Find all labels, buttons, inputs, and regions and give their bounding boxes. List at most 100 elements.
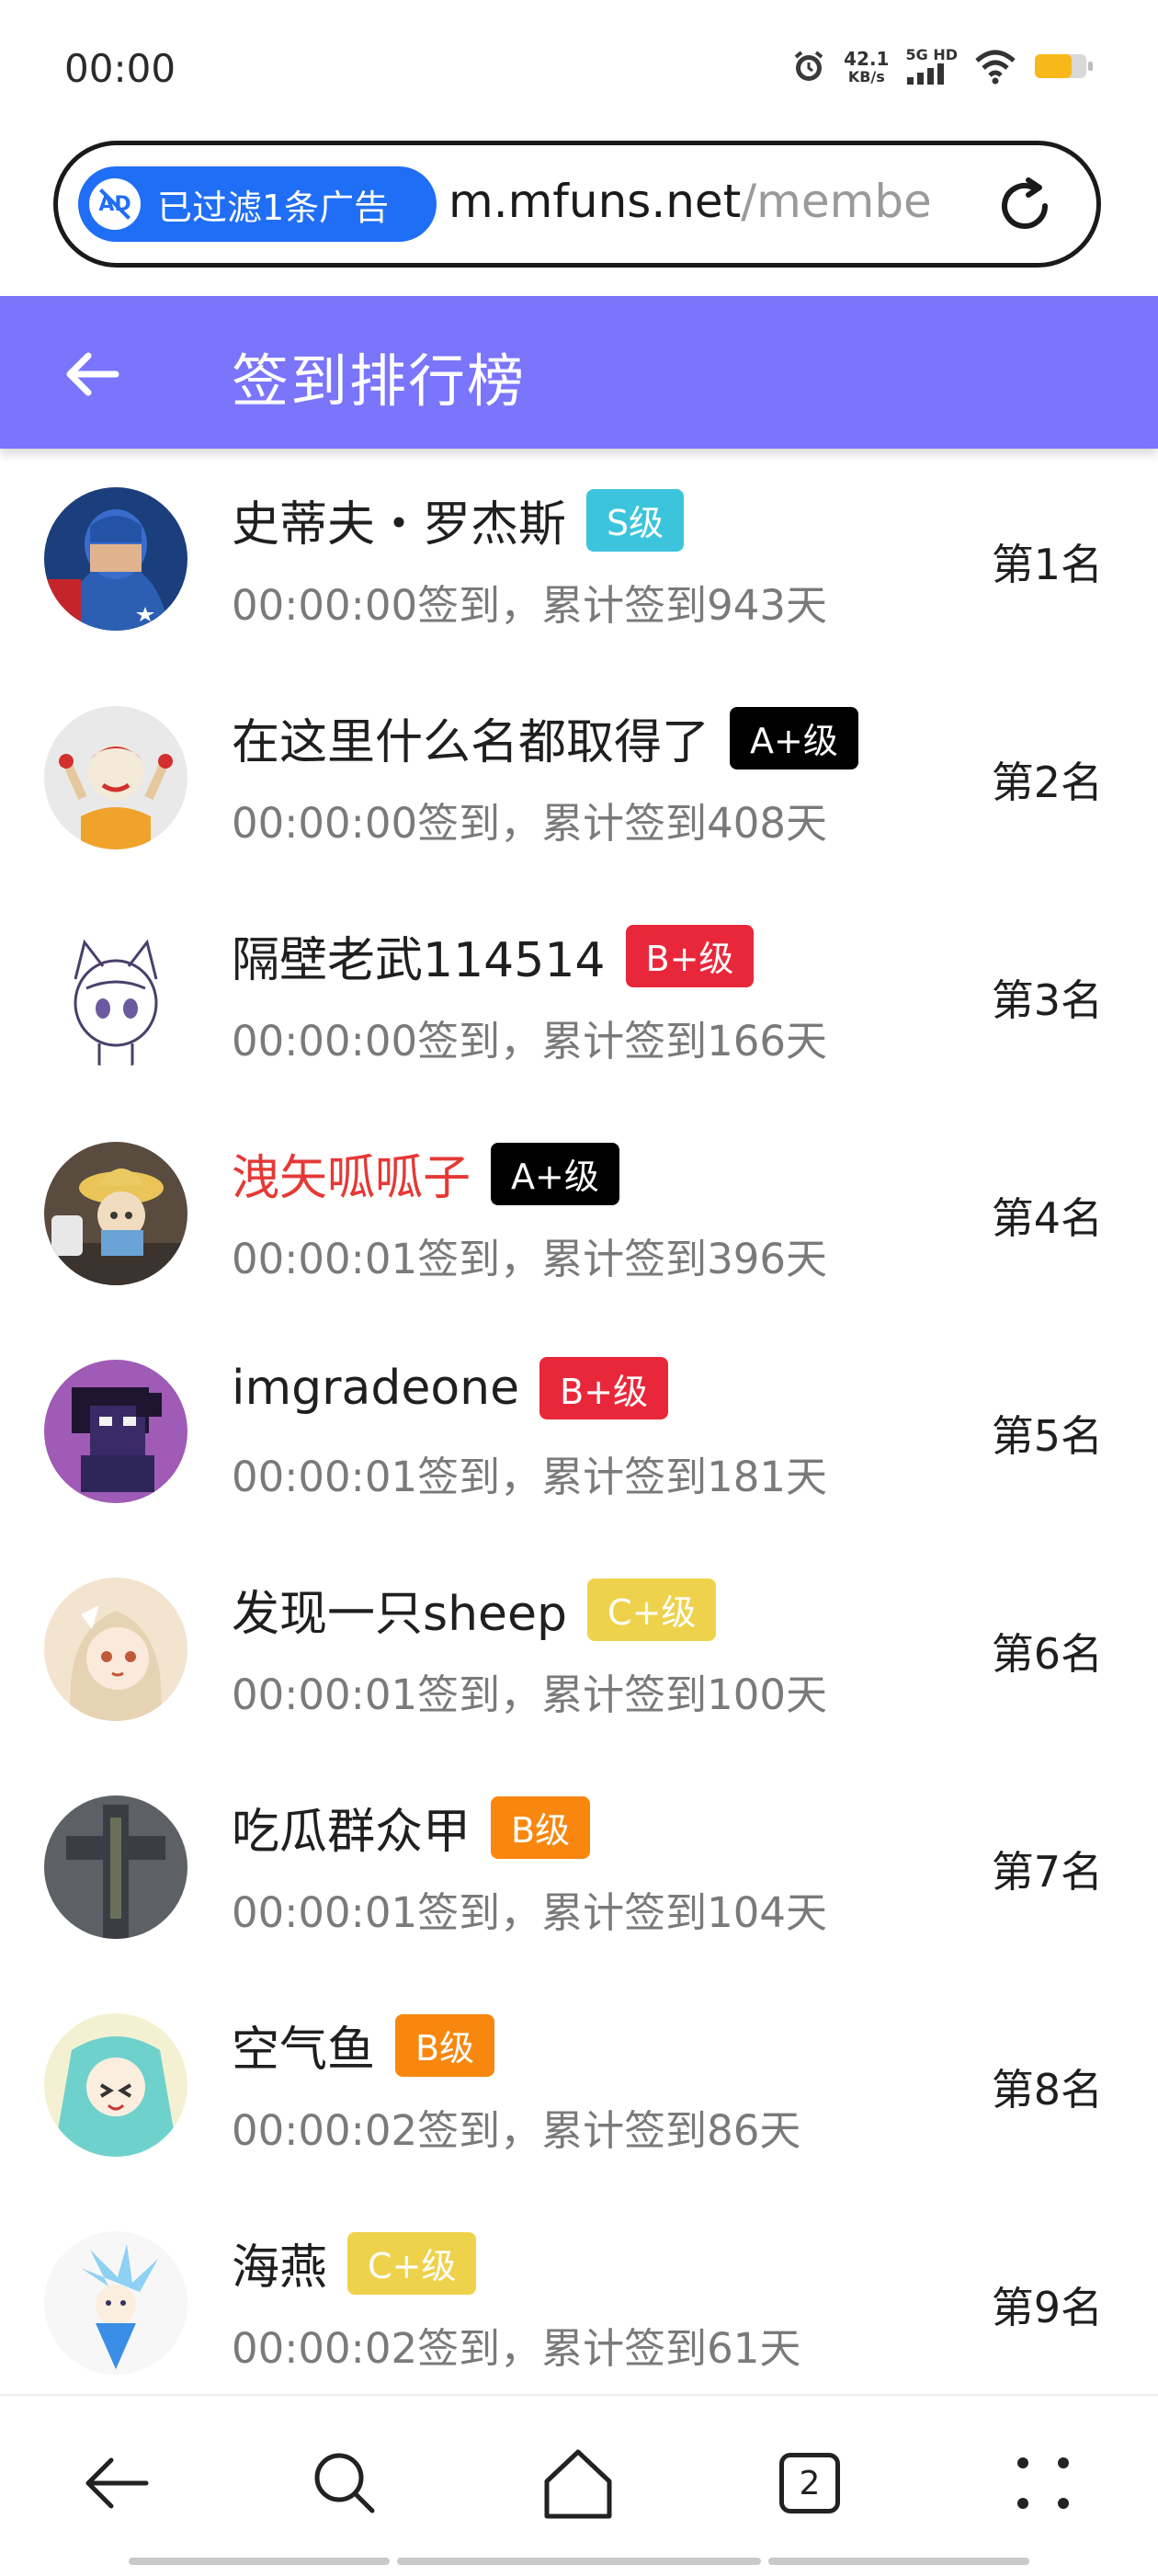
network-label: 5G HD xyxy=(905,46,958,63)
avatar[interactable] xyxy=(44,1578,187,1721)
list-item[interactable]: 在这里什么名都取得了 A+级 00:00:00签到，累计签到408天 第2名 xyxy=(0,668,1158,886)
net-speed-value: 42.1 xyxy=(844,48,890,70)
level-badge: A+级 xyxy=(491,1142,619,1205)
level-badge: A+级 xyxy=(730,706,858,769)
address-bar[interactable]: AD 已过滤1条广告 m.mfuns.net/membe xyxy=(53,141,1101,268)
gesture-bar-center xyxy=(397,2558,761,2565)
status-icons: 42.1 KB/s 5G HD xyxy=(790,48,1094,88)
level-badge: C+级 xyxy=(347,2231,477,2295)
url-domain: m.mfuns.net xyxy=(448,175,742,228)
avatar[interactable] xyxy=(44,1360,187,1503)
nav-tabs-button[interactable]: 2 xyxy=(768,2442,851,2525)
url-path: /membe xyxy=(741,175,932,228)
list-item[interactable]: 史蒂夫・罗杰斯 S级 00:00:00签到，累计签到943天 第1名 xyxy=(0,450,1158,668)
rank-label: 第7名 xyxy=(991,1847,1103,1897)
home-icon xyxy=(544,2449,612,2519)
user-name[interactable]: 洩矢呱呱子 xyxy=(232,1139,471,1208)
list-item[interactable]: 空气鱼 B级 00:00:02签到，累计签到86天 第8名 xyxy=(0,1976,1158,2194)
nav-back-button[interactable] xyxy=(75,2442,158,2525)
user-name[interactable]: imgradeone xyxy=(232,1361,519,1416)
user-name[interactable]: 吃瓜群众甲 xyxy=(232,1793,471,1862)
rank-label: 第6名 xyxy=(991,1629,1103,1679)
ad-block-icon: AD xyxy=(89,178,141,230)
user-name[interactable]: 隔壁老武114514 xyxy=(232,921,606,990)
avatar[interactable] xyxy=(44,1142,187,1285)
avatar[interactable] xyxy=(44,706,187,849)
network-indicator: 5G HD xyxy=(905,48,958,88)
avatar[interactable] xyxy=(44,487,187,631)
nav-home-button[interactable] xyxy=(537,2442,619,2525)
signin-info: 00:00:02签到，累计签到61天 xyxy=(232,2324,801,2373)
name-line: 海燕 C+级 xyxy=(232,2228,477,2297)
rank-label: 第8名 xyxy=(991,2065,1103,2114)
search-icon xyxy=(314,2453,375,2513)
status-time: 00:00 xyxy=(64,46,176,91)
avatar[interactable] xyxy=(44,2231,187,2375)
adblock-label: 已过滤1条广告 xyxy=(157,187,390,228)
signin-info: 00:00:01签到，累计签到100天 xyxy=(232,1670,827,1719)
bottom-nav: 2 xyxy=(0,2394,1158,2576)
user-name[interactable]: 发现一只sheep xyxy=(232,1575,567,1644)
battery-icon xyxy=(1033,51,1094,85)
wifi-icon xyxy=(974,48,1016,88)
page-title: 签到排行榜 xyxy=(232,348,527,415)
rank-label: 第2名 xyxy=(991,758,1103,807)
level-badge: C+级 xyxy=(587,1578,717,1641)
list-item[interactable]: imgradeone B+级 00:00:01签到，累计签到181天 第5名 xyxy=(0,1322,1158,1540)
menu-dots-icon xyxy=(1017,2457,1069,2509)
avatar[interactable] xyxy=(44,2013,187,2157)
list-item[interactable]: 隔壁老武114514 B+级 00:00:00签到，累计签到166天 第3名 xyxy=(0,886,1158,1104)
back-icon xyxy=(85,2457,149,2509)
level-badge: S级 xyxy=(586,488,685,552)
list-item[interactable]: 吃瓜群众甲 B级 00:00:01签到，累计签到104天 第7名 xyxy=(0,1758,1158,1976)
url-text[interactable]: m.mfuns.net/membe xyxy=(448,175,963,228)
tab-count: 2 xyxy=(779,2453,840,2513)
list-item[interactable]: 洩矢呱呱子 A+级 00:00:01签到，累计签到396天 第4名 xyxy=(0,1104,1158,1322)
name-line: 发现一只sheep C+级 xyxy=(232,1575,717,1644)
name-line: 空气鱼 B级 xyxy=(232,2011,495,2080)
adblock-pill[interactable]: AD 已过滤1条广告 xyxy=(78,166,437,242)
signin-info: 00:00:01签到，累计签到181天 xyxy=(232,1453,827,1501)
signin-info: 00:00:00签到，累计签到166天 xyxy=(232,1017,827,1066)
signal-icon xyxy=(905,63,948,88)
signin-info: 00:00:00签到，累计签到943天 xyxy=(232,581,827,630)
avatar[interactable] xyxy=(44,1795,187,1939)
net-speed: 42.1 KB/s xyxy=(844,50,889,86)
user-name[interactable]: 空气鱼 xyxy=(232,2011,375,2080)
signin-info: 00:00:02签到，累计签到86天 xyxy=(232,2106,801,2155)
back-arrow-icon[interactable] xyxy=(61,342,125,410)
page-header: 签到排行榜 xyxy=(0,296,1158,449)
alarm-icon xyxy=(790,48,827,88)
rank-label: 第1名 xyxy=(991,540,1103,589)
name-line: 洩矢呱呱子 A+级 xyxy=(232,1139,619,1208)
list-item[interactable]: 海燕 C+级 00:00:02签到，累计签到61天 第9名 xyxy=(0,2194,1158,2411)
level-badge: B+级 xyxy=(539,1357,669,1419)
user-name[interactable]: 海燕 xyxy=(232,2228,327,2297)
avatar[interactable] xyxy=(44,924,187,1067)
level-badge: B级 xyxy=(491,1795,591,1859)
name-line: 隔壁老武114514 B+级 xyxy=(232,921,755,990)
net-speed-unit: KB/s xyxy=(847,68,885,85)
user-name[interactable]: 在这里什么名都取得了 xyxy=(232,703,710,772)
name-line: imgradeone B+级 xyxy=(232,1357,669,1419)
nav-menu-button[interactable] xyxy=(1002,2442,1084,2525)
name-line: 在这里什么名都取得了 A+级 xyxy=(232,703,858,772)
ranking-list: 史蒂夫・罗杰斯 S级 00:00:00签到，累计签到943天 第1名 在这里什么… xyxy=(0,450,1158,2411)
gesture-bar-left xyxy=(129,2558,390,2565)
rank-label: 第9名 xyxy=(991,2283,1103,2332)
level-badge: B级 xyxy=(395,2013,495,2077)
signin-info: 00:00:01签到，累计签到104天 xyxy=(232,1888,827,1937)
list-item[interactable]: 发现一只sheep C+级 00:00:01签到，累计签到100天 第6名 xyxy=(0,1540,1158,1758)
name-line: 吃瓜群众甲 B级 xyxy=(232,1793,591,1862)
name-line: 史蒂夫・罗杰斯 S级 xyxy=(232,485,685,554)
rank-label: 第4名 xyxy=(991,1193,1103,1243)
rank-label: 第5名 xyxy=(991,1411,1103,1461)
nav-search-button[interactable] xyxy=(303,2442,386,2525)
signin-info: 00:00:00签到，累计签到408天 xyxy=(232,799,827,848)
refresh-icon[interactable] xyxy=(992,173,1058,243)
status-bar: 00:00 42.1 KB/s 5G HD xyxy=(0,0,1158,138)
rank-label: 第3名 xyxy=(991,975,1103,1025)
gesture-bar-right xyxy=(768,2558,1029,2565)
user-name[interactable]: 史蒂夫・罗杰斯 xyxy=(232,485,566,554)
signin-info: 00:00:01签到，累计签到396天 xyxy=(232,1235,827,1283)
